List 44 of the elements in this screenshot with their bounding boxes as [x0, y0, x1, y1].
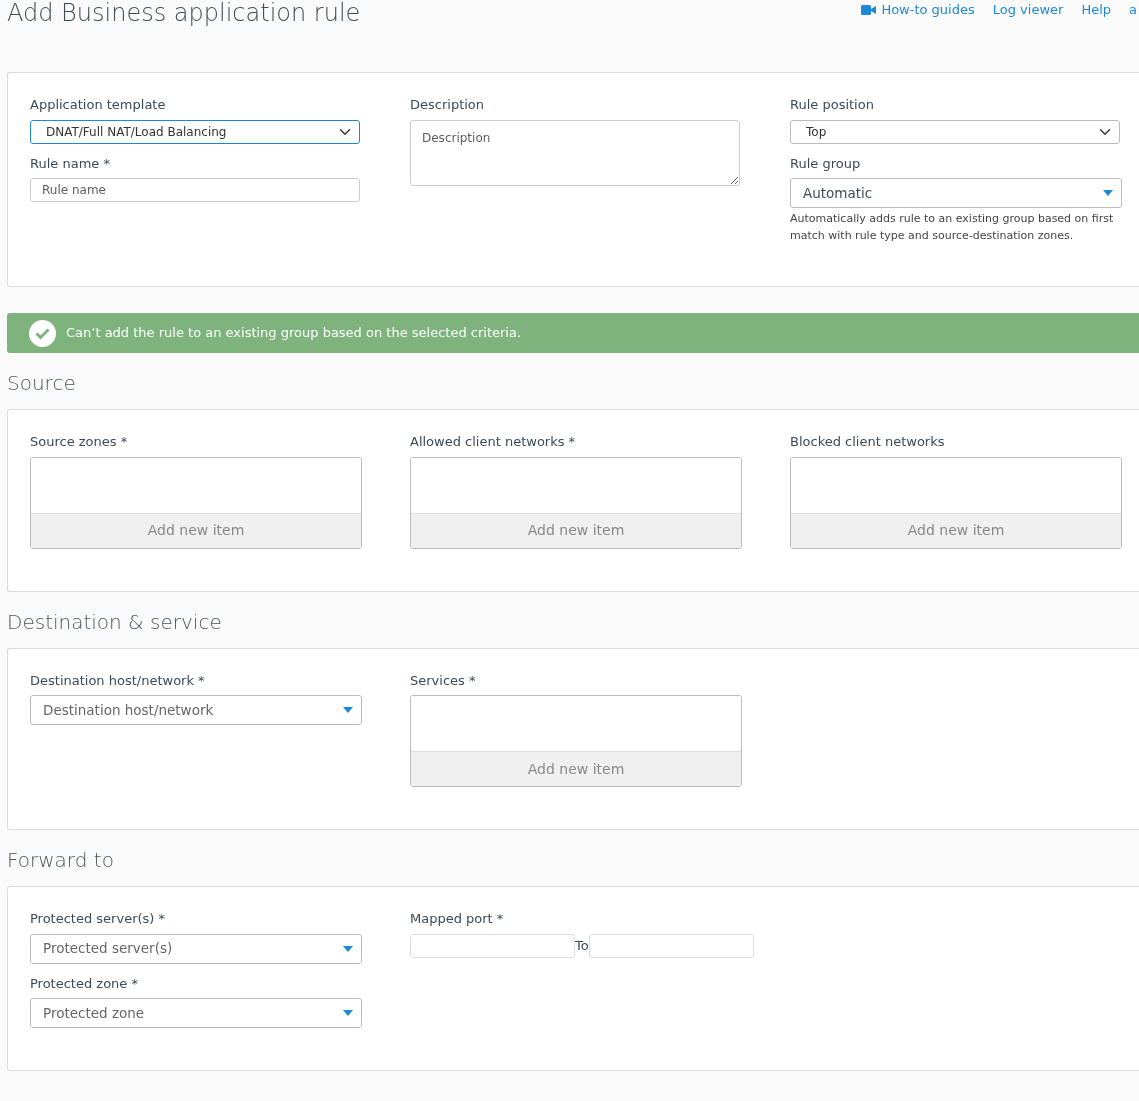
description-textarea[interactable]: Description	[410, 119, 740, 186]
field-label: Destination host/network *	[30, 671, 206, 690]
add-item-button[interactable]: Add new item	[411, 513, 741, 548]
dropdown[interactable]: Top	[790, 119, 1120, 144]
field-label: Mapped port *	[410, 910, 505, 928]
field-label: Rule name *	[30, 154, 111, 173]
field-label: Allowed client networks *	[410, 433, 577, 451]
caret-icon	[343, 707, 353, 713]
port-to-input[interactable]	[588, 933, 754, 958]
check-circle-icon	[29, 319, 56, 347]
header-link[interactable]: Help	[1081, 0, 1112, 20]
caret-icon	[343, 1010, 353, 1016]
combo-box[interactable]: Protected zone	[30, 998, 362, 1028]
port-from-input[interactable]	[410, 933, 575, 958]
caret-icon	[343, 945, 353, 952]
combo-box[interactable]: Destination host/network	[30, 695, 362, 725]
help-text: Automatically adds rule to an existing group based on first match with rule type and source-destination zones.	[790, 211, 1115, 244]
field-label: Description	[410, 96, 486, 114]
section-heading: Source	[7, 371, 77, 395]
combo-box[interactable]: Automatic	[790, 178, 1122, 208]
page-title: Add Business application rule	[7, 0, 361, 27]
header-link[interactable]: Log viewer	[992, 0, 1064, 20]
add-item-button[interactable]: Add new item	[791, 513, 1121, 548]
add-item-button[interactable]: Add new item	[411, 752, 741, 786]
range-separator: To	[575, 936, 589, 955]
field-label: Application template	[30, 96, 167, 114]
field-label: Protected server(s) *	[30, 910, 167, 928]
add-item-button[interactable]: Add new item	[31, 513, 361, 548]
field-label: Services *	[410, 671, 477, 690]
dropdown[interactable]: DNAT/Full NAT/Load Balancing	[30, 119, 360, 144]
field-label: Source zones *	[30, 433, 129, 451]
combo-box[interactable]: Protected server(s)	[30, 933, 362, 964]
alert-text: Can’t add the rule to an existing group based on the selected criteria.	[66, 324, 522, 343]
header-link[interactable]: How-to guides	[861, 0, 975, 20]
section-heading: Forward to	[7, 848, 115, 872]
caret-icon	[1103, 190, 1113, 196]
header-link[interactable]: a	[1129, 0, 1137, 20]
text-input[interactable]: Rule name	[30, 178, 360, 202]
field-label: Blocked client networks	[790, 433, 946, 451]
field-label: Rule group	[790, 154, 862, 173]
video-camera-icon	[861, 4, 877, 15]
field-label: Protected zone *	[30, 974, 139, 993]
field-label: Rule position	[790, 96, 875, 114]
section-heading: Destination & service	[7, 609, 223, 634]
